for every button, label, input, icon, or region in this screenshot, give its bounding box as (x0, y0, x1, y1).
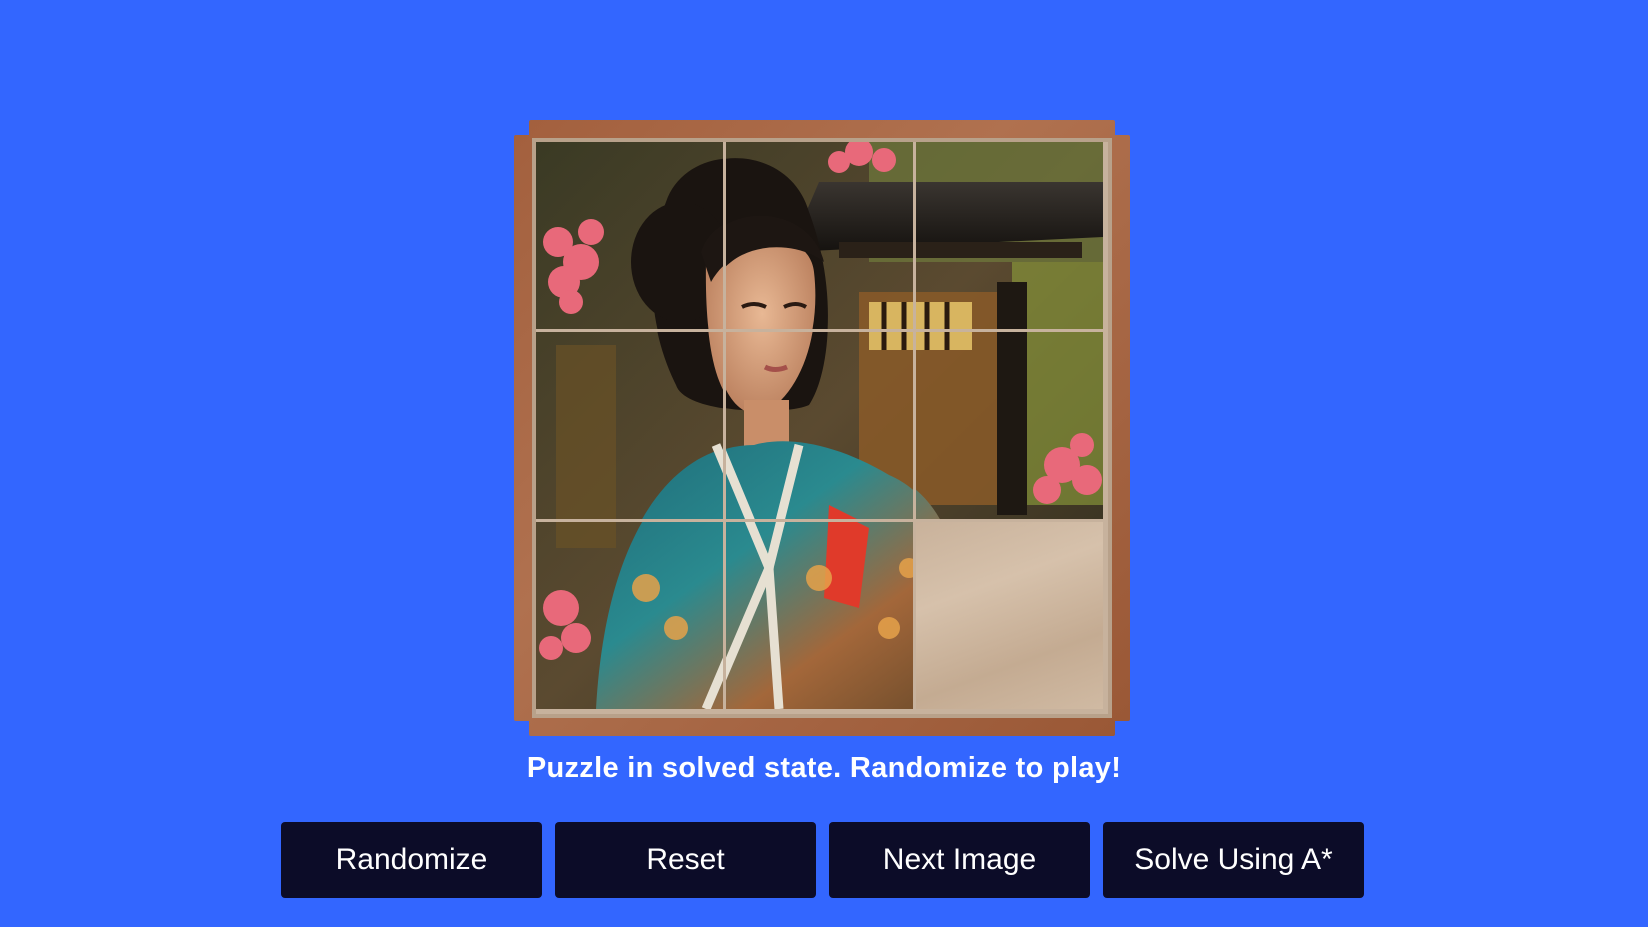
tile-image-fragment (916, 142, 1103, 329)
randomize-button[interactable]: Randomize (281, 822, 542, 898)
tile-image-fragment (726, 522, 913, 709)
puzzle-tile-4[interactable] (536, 332, 723, 519)
tile-image-fragment (916, 332, 1103, 519)
empty-slot (916, 522, 1103, 709)
reset-button[interactable]: Reset (555, 822, 816, 898)
game-stage: Puzzle in solved state. Randomize to pla… (0, 0, 1648, 927)
tile-image-fragment (726, 332, 913, 519)
puzzle-tile-2[interactable] (726, 142, 913, 329)
puzzle-board (536, 142, 1106, 712)
tile-image-fragment (536, 332, 723, 519)
tile-image-fragment (536, 142, 723, 329)
tile-image-fragment (726, 142, 913, 329)
solve-astar-button[interactable]: Solve Using A* (1103, 822, 1364, 898)
puzzle-tile-5[interactable] (726, 332, 913, 519)
next-image-button[interactable]: Next Image (829, 822, 1090, 898)
control-bar: Randomize Reset Next Image Solve Using A… (281, 822, 1364, 898)
puzzle-frame (514, 120, 1130, 736)
tile-image-fragment (536, 522, 723, 709)
puzzle-tile-7[interactable] (536, 522, 723, 709)
status-message: Puzzle in solved state. Randomize to pla… (526, 752, 1122, 784)
puzzle-tile-6[interactable] (916, 332, 1103, 519)
puzzle-tile-1[interactable] (536, 142, 723, 329)
puzzle-tile-3[interactable] (916, 142, 1103, 329)
puzzle-tile-8[interactable] (726, 522, 913, 709)
